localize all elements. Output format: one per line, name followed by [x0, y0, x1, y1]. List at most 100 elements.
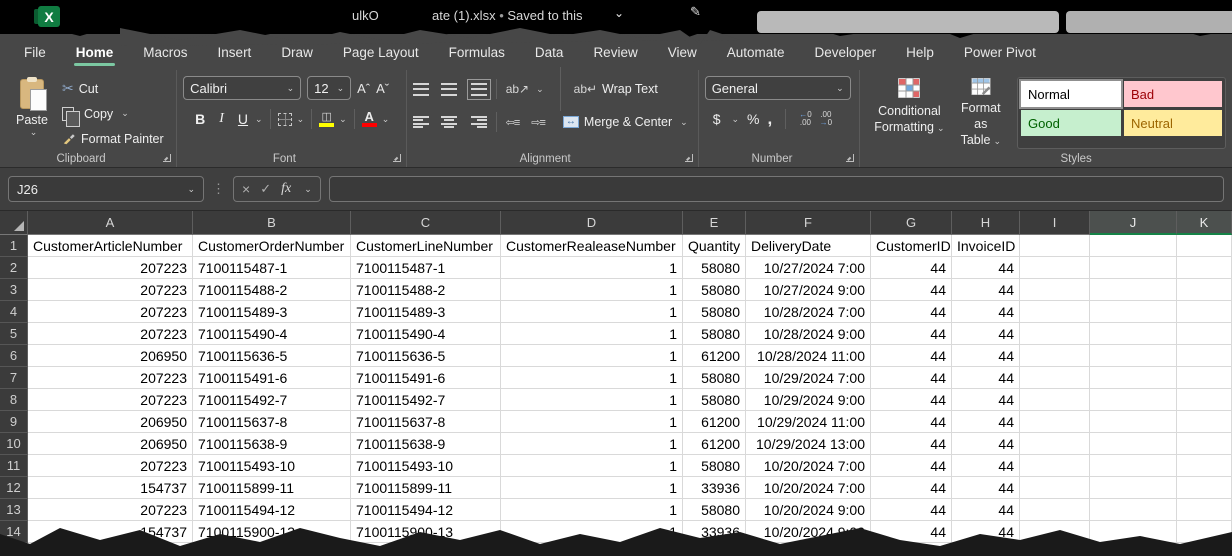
- formula-bar-grip[interactable]: ⋮: [212, 181, 225, 197]
- cell-D10[interactable]: 1: [501, 433, 683, 455]
- cell-G8[interactable]: 44: [871, 389, 952, 411]
- fx-chevron-down-icon[interactable]: ⌄: [304, 184, 312, 195]
- orientation-button[interactable]: ab↗: [506, 82, 529, 96]
- cell-H7[interactable]: 44: [952, 367, 1020, 389]
- comma-format-button[interactable]: ,: [767, 109, 772, 129]
- cell-J9[interactable]: [1090, 411, 1177, 433]
- cell-J13[interactable]: [1090, 499, 1177, 521]
- paste-button[interactable]: Paste ⌄: [6, 76, 58, 149]
- cell-E4[interactable]: 58080: [683, 301, 746, 323]
- cell-F8[interactable]: 10/29/2024 9:00: [746, 389, 871, 411]
- name-box-chevron-down-icon[interactable]: ⌄: [187, 184, 195, 195]
- cell-A13[interactable]: 207223: [28, 499, 193, 521]
- cell-D4[interactable]: 1: [501, 301, 683, 323]
- cell-G3[interactable]: 44: [871, 279, 952, 301]
- row-header-2[interactable]: 2: [0, 257, 28, 279]
- cell-A2[interactable]: 207223: [28, 257, 193, 279]
- cell-D6[interactable]: 1: [501, 345, 683, 367]
- format-painter-button[interactable]: Format Painter: [58, 126, 168, 151]
- font-name-combo[interactable]: Calibri ⌄: [183, 76, 301, 100]
- cell-I4[interactable]: [1020, 301, 1090, 323]
- merge-center-chevron-down-icon[interactable]: ⌄: [680, 117, 688, 128]
- cell-G10[interactable]: 44: [871, 433, 952, 455]
- cell-A14[interactable]: 154737: [28, 521, 193, 543]
- tab-formulas[interactable]: Formulas: [447, 39, 507, 66]
- cell-E14[interactable]: 33936: [683, 521, 746, 543]
- cell-K9[interactable]: [1177, 411, 1232, 433]
- cell-A4[interactable]: 207223: [28, 301, 193, 323]
- cell-F14[interactable]: 10/20/2024 9:00: [746, 521, 871, 543]
- middle-align-button[interactable]: [441, 83, 457, 96]
- column-header-F[interactable]: F: [746, 211, 871, 235]
- cell-F13[interactable]: 10/20/2024 9:00: [746, 499, 871, 521]
- row-header-11[interactable]: 11: [0, 455, 28, 477]
- cell-G14[interactable]: 44: [871, 521, 952, 543]
- cell-F1[interactable]: DeliveryDate: [746, 235, 871, 257]
- cell-H8[interactable]: 44: [952, 389, 1020, 411]
- cell-D13[interactable]: 1: [501, 499, 683, 521]
- cell-C14[interactable]: 7100115900-13: [351, 521, 501, 543]
- tab-page-layout[interactable]: Page Layout: [341, 39, 421, 66]
- row-header-4[interactable]: 4: [0, 301, 28, 323]
- cell-I8[interactable]: [1020, 389, 1090, 411]
- cell-E10[interactable]: 61200: [683, 433, 746, 455]
- style-chip-normal[interactable]: Normal: [1021, 81, 1121, 107]
- cut-button[interactable]: ✂ Cut: [58, 76, 168, 101]
- cell-K7[interactable]: [1177, 367, 1232, 389]
- cell-J12[interactable]: [1090, 477, 1177, 499]
- cell-H9[interactable]: 44: [952, 411, 1020, 433]
- paste-chevron-down-icon[interactable]: ⌄: [30, 127, 38, 138]
- tab-automate[interactable]: Automate: [725, 39, 787, 66]
- formula-input[interactable]: [329, 176, 1224, 202]
- cell-J3[interactable]: [1090, 279, 1177, 301]
- cell-D12[interactable]: 1: [501, 477, 683, 499]
- cell-C5[interactable]: 7100115490-4: [351, 323, 501, 345]
- row-header-3[interactable]: 3: [0, 279, 28, 301]
- cell-B7[interactable]: 7100115491-6: [193, 367, 351, 389]
- cell-H1[interactable]: InvoiceID: [952, 235, 1020, 257]
- font-color-chevron-down-icon[interactable]: ⌄: [382, 114, 390, 125]
- cell-C11[interactable]: 7100115493-10: [351, 455, 501, 477]
- cell-D1[interactable]: CustomerRealeaseNumber: [501, 235, 683, 257]
- tab-power-pivot[interactable]: Power Pivot: [962, 39, 1038, 66]
- underline-chevron-down-icon[interactable]: ⌄: [255, 114, 263, 125]
- cell-F6[interactable]: 10/28/2024 11:00: [746, 345, 871, 367]
- row-header-5[interactable]: 5: [0, 323, 28, 345]
- number-format-combo[interactable]: General ⌄: [705, 76, 851, 100]
- cell-C12[interactable]: 7100115899-11: [351, 477, 501, 499]
- row-header-8[interactable]: 8: [0, 389, 28, 411]
- tab-review[interactable]: Review: [591, 39, 639, 66]
- cell-K4[interactable]: [1177, 301, 1232, 323]
- cell-A7[interactable]: 207223: [28, 367, 193, 389]
- tab-macros[interactable]: Macros: [141, 39, 189, 66]
- cell-G4[interactable]: 44: [871, 301, 952, 323]
- cell-H5[interactable]: 44: [952, 323, 1020, 345]
- tab-help[interactable]: Help: [904, 39, 936, 66]
- cell-J11[interactable]: [1090, 455, 1177, 477]
- underline-button[interactable]: U: [232, 111, 250, 127]
- cell-I9[interactable]: [1020, 411, 1090, 433]
- align-center-button[interactable]: [441, 116, 457, 129]
- cell-A5[interactable]: 207223: [28, 323, 193, 345]
- cell-J4[interactable]: [1090, 301, 1177, 323]
- cell-K2[interactable]: [1177, 257, 1232, 279]
- cell-C7[interactable]: 7100115491-6: [351, 367, 501, 389]
- row-header-1[interactable]: 1: [0, 235, 28, 257]
- column-header-G[interactable]: G: [871, 211, 952, 235]
- cell-D9[interactable]: 1: [501, 411, 683, 433]
- number-dialog-launcher[interactable]: [846, 154, 854, 162]
- cell-F4[interactable]: 10/28/2024 7:00: [746, 301, 871, 323]
- cell-K8[interactable]: [1177, 389, 1232, 411]
- increase-decimal-button[interactable]: ←0.00: [799, 111, 811, 127]
- cell-C6[interactable]: 7100115636-5: [351, 345, 501, 367]
- borders-icon[interactable]: [278, 113, 292, 126]
- decrease-indent-button[interactable]: ⇦≡: [506, 116, 520, 129]
- cell-F5[interactable]: 10/28/2024 9:00: [746, 323, 871, 345]
- column-header-D[interactable]: D: [501, 211, 683, 235]
- cell-C9[interactable]: 7100115637-8: [351, 411, 501, 433]
- cell-C1[interactable]: CustomerLineNumber: [351, 235, 501, 257]
- tab-file[interactable]: File: [22, 39, 48, 66]
- column-header-K[interactable]: K: [1177, 211, 1232, 235]
- cell-G9[interactable]: 44: [871, 411, 952, 433]
- column-header-J[interactable]: J: [1090, 211, 1177, 235]
